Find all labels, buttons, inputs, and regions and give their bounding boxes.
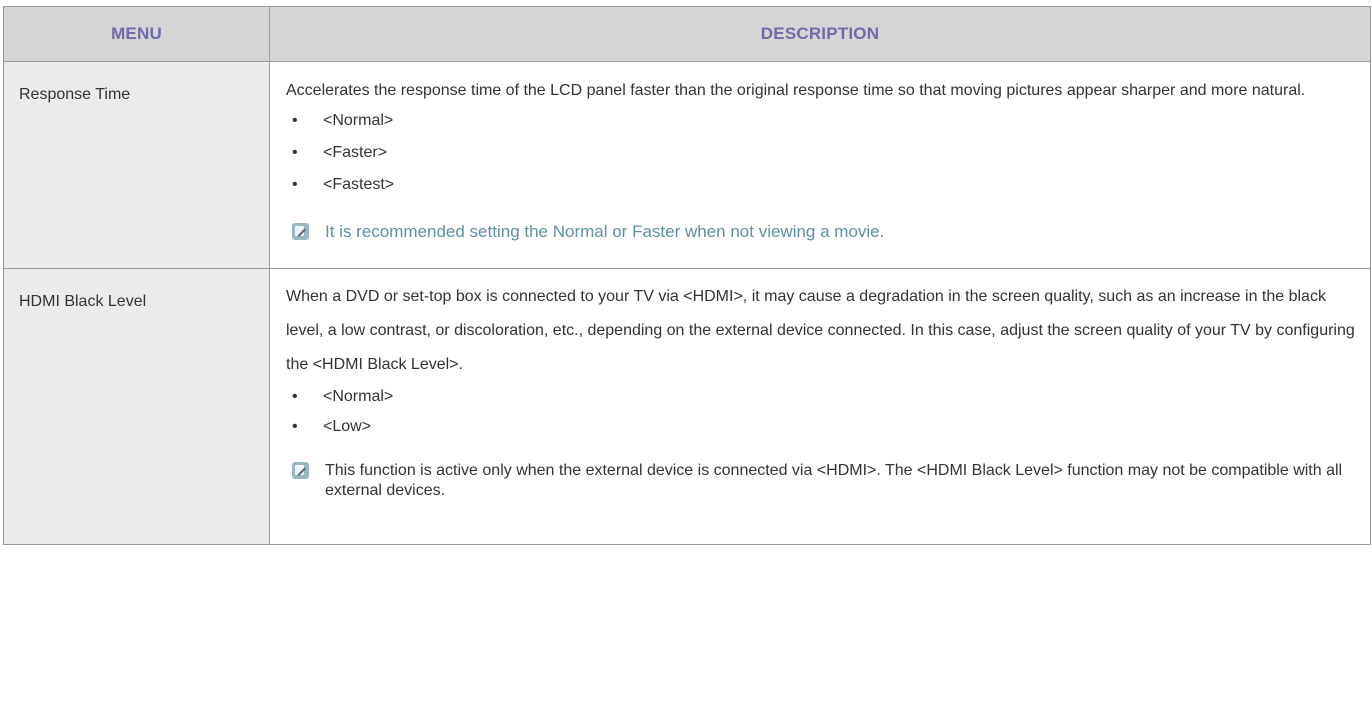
menu-description-table: MENU DESCRIPTION Response Time Accelerat…: [3, 6, 1371, 545]
description-column-header: DESCRIPTION: [269, 6, 1371, 62]
bullet: •: [292, 388, 298, 405]
table-row-hdmi-black-level: HDMI Black Level When a DVD or set-top b…: [3, 268, 1371, 545]
note: This function is active only when the ex…: [286, 461, 1358, 544]
bullet: •: [292, 176, 298, 193]
option-label: <Normal>: [323, 112, 394, 129]
description-cell-response-time: Accelerates the response time of the LCD…: [269, 61, 1371, 269]
description-text: When a DVD or set-top box is connected t…: [286, 288, 1355, 373]
description-text: Accelerates the response time of the LCD…: [286, 82, 1306, 99]
description-cell-hdmi-black-level: When a DVD or set-top box is connected t…: [269, 268, 1371, 545]
menu-column-header: MENU: [3, 6, 270, 62]
menu-cell-hdmi-black-level: HDMI Black Level: [3, 268, 270, 545]
bullet: •: [292, 144, 298, 161]
bullet: •: [292, 112, 298, 129]
option-label: <Fastest>: [323, 176, 395, 193]
list-item: • <Fastest>: [286, 169, 1358, 201]
note-pencil-icon: [292, 223, 309, 240]
menu-cell-response-time: Response Time: [3, 61, 270, 269]
option-list: • <Normal> • <Faster> • <Fastest>: [286, 105, 1358, 201]
menu-item-label: Response Time: [19, 86, 131, 103]
list-item: • <Normal>: [286, 382, 1358, 412]
note-text: This function is active only when the ex…: [325, 462, 1343, 499]
note-pencil-icon: [292, 462, 309, 479]
option-label: <Low>: [323, 418, 372, 435]
option-label: <Faster>: [323, 144, 388, 161]
table-row-response-time: Response Time Accelerates the response t…: [3, 61, 1371, 269]
note-text: It is recommended setting the Normal or …: [325, 222, 885, 241]
list-item: • <Normal>: [286, 105, 1358, 137]
bullet: •: [292, 418, 298, 435]
table-header-row: MENU DESCRIPTION: [3, 6, 1371, 62]
note: It is recommended setting the Normal or …: [286, 221, 1358, 268]
option-list: • <Normal> • <Low>: [286, 382, 1358, 442]
list-item: • <Faster>: [286, 137, 1358, 169]
manual-page: MENU DESCRIPTION Response Time Accelerat…: [0, 0, 1372, 727]
option-label: <Normal>: [323, 388, 394, 405]
list-item: • <Low>: [286, 412, 1358, 442]
menu-item-label: HDMI Black Level: [19, 293, 147, 310]
